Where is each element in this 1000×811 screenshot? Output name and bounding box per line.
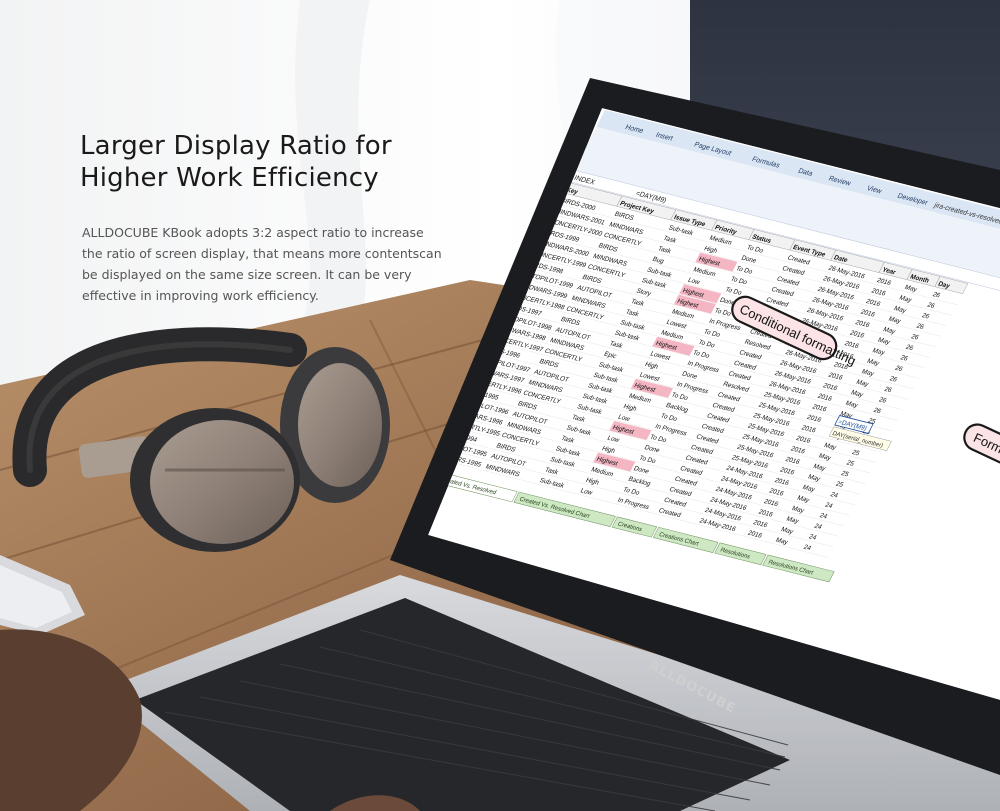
page-title-line-2: Higher Work Efficiency xyxy=(80,163,379,193)
description-text: ALLDOCUBE KBook adopts 3:2 aspect ratio … xyxy=(82,225,442,303)
page-title-line-1: Larger Display Ratio for xyxy=(80,131,392,161)
page-title: Larger Display Ratio for Higher Work Eff… xyxy=(80,130,392,194)
product-photo: ALLDOCUBE HomeInsertPage LayoutFormulasD… xyxy=(0,0,1000,811)
